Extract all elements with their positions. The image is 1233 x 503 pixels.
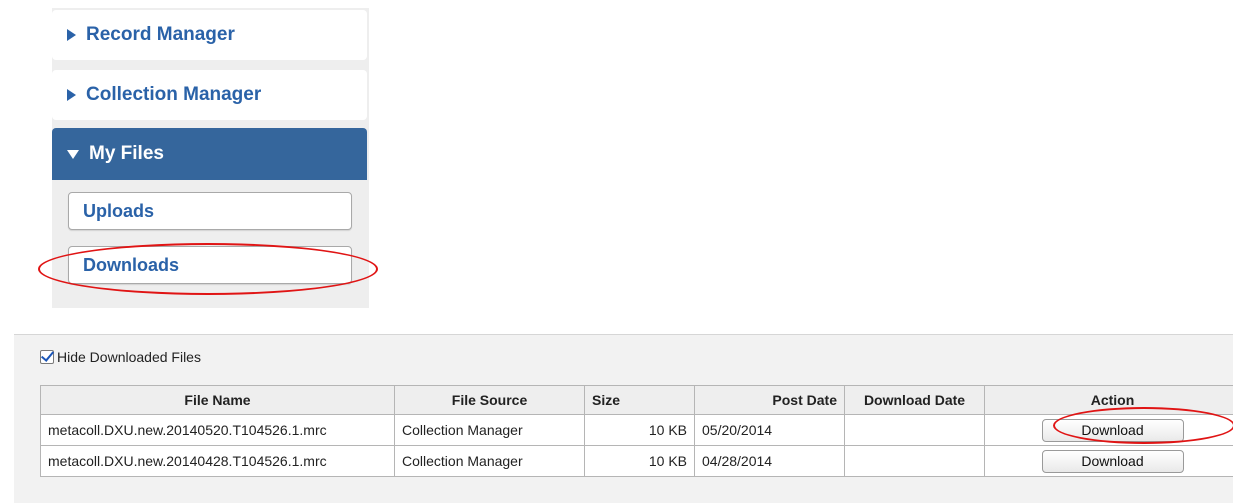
table-row: metacoll.DXU.new.20140520.T104526.1.mrc …: [41, 415, 1233, 446]
download-button[interactable]: Download: [1042, 419, 1184, 442]
nav-label: My Files: [89, 143, 164, 165]
sidebar-nav: Record Manager Collection Manager My Fil…: [52, 8, 369, 308]
cell-post-date: 04/28/2014: [695, 446, 845, 477]
cell-file-name: metacoll.DXU.new.20140520.T104526.1.mrc: [41, 415, 395, 446]
col-file-name: File Name: [41, 386, 395, 415]
caret-down-icon: [67, 150, 79, 159]
nav-record-manager[interactable]: Record Manager: [52, 10, 367, 60]
cell-size: 10 KB: [585, 446, 695, 477]
nav-collection-manager[interactable]: Collection Manager: [52, 70, 367, 120]
cell-size: 10 KB: [585, 415, 695, 446]
cell-file-source: Collection Manager: [395, 415, 585, 446]
caret-right-icon: [67, 89, 76, 101]
nav-label: Collection Manager: [86, 84, 261, 106]
cell-download-date: [845, 446, 985, 477]
cell-file-source: Collection Manager: [395, 446, 585, 477]
caret-right-icon: [67, 29, 76, 41]
uploads-button[interactable]: Uploads: [68, 192, 352, 230]
checkmark-icon: [41, 348, 54, 362]
cell-file-name: metacoll.DXU.new.20140428.T104526.1.mrc: [41, 446, 395, 477]
hide-downloaded-row: Hide Downloaded Files: [40, 349, 201, 365]
col-download-date: Download Date: [845, 386, 985, 415]
cell-action: Download: [985, 415, 1233, 446]
files-table: File Name File Source Size Post Date Dow…: [40, 385, 1233, 477]
uploads-label: Uploads: [83, 201, 154, 222]
downloads-label: Downloads: [83, 255, 179, 276]
downloads-button[interactable]: Downloads: [68, 246, 352, 284]
hide-downloaded-checkbox[interactable]: [40, 350, 54, 364]
nav-my-files[interactable]: My Files: [52, 128, 367, 180]
hide-downloaded-label[interactable]: Hide Downloaded Files: [57, 349, 201, 365]
col-post-date: Post Date: [695, 386, 845, 415]
col-action: Action: [985, 386, 1233, 415]
col-size: Size: [585, 386, 695, 415]
cell-action: Download: [985, 446, 1233, 477]
files-panel: Hide Downloaded Files File Name File Sou…: [14, 334, 1233, 503]
nav-label: Record Manager: [86, 24, 235, 46]
cell-post-date: 05/20/2014: [695, 415, 845, 446]
download-button[interactable]: Download: [1042, 450, 1184, 473]
table-header-row: File Name File Source Size Post Date Dow…: [41, 386, 1233, 415]
cell-download-date: [845, 415, 985, 446]
col-file-source: File Source: [395, 386, 585, 415]
table-row: metacoll.DXU.new.20140428.T104526.1.mrc …: [41, 446, 1233, 477]
